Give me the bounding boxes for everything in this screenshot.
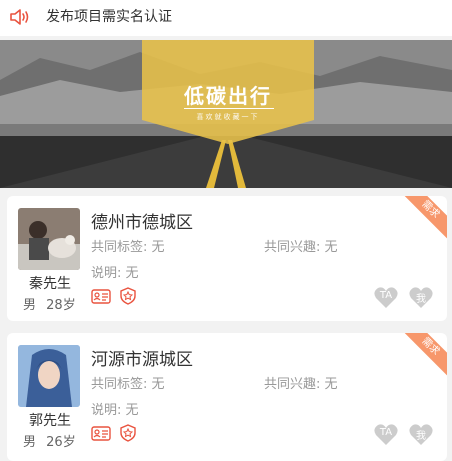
- heart-ta-label: TA: [379, 290, 393, 301]
- description: 说明: 无: [91, 266, 139, 281]
- id-card-icon[interactable]: [91, 289, 111, 304]
- heart-me-button[interactable]: 我: [408, 286, 434, 310]
- user-name: 秦先生: [29, 276, 71, 292]
- heart-me-button[interactable]: 我: [408, 423, 434, 447]
- heart-ta-label: TA: [379, 427, 393, 438]
- demand-badge: 需求: [399, 333, 447, 378]
- shield-icon[interactable]: [120, 287, 136, 305]
- avatar[interactable]: [18, 345, 80, 407]
- user-card[interactable]: 秦先生 男 28岁 德州市德城区 共同标签: 无 共同兴趣: 无 说明: 无 T…: [7, 196, 447, 321]
- location: 德州市德城区: [91, 213, 193, 233]
- location: 河源市源城区: [91, 350, 193, 370]
- heart-ta-button[interactable]: TA: [373, 423, 399, 447]
- speaker-icon: [10, 9, 29, 25]
- banner[interactable]: 低碳出行 喜欢就收藏一下: [0, 40, 452, 188]
- common-tags: 共同标签: 无: [91, 377, 165, 392]
- user-age: 28岁: [46, 298, 76, 313]
- common-tags: 共同标签: 无: [91, 240, 165, 255]
- avatar[interactable]: [18, 208, 80, 270]
- notice-bar[interactable]: 发布项目需实名认证: [0, 0, 452, 36]
- id-card-icon[interactable]: [91, 426, 111, 441]
- user-gender: 男: [23, 298, 37, 313]
- banner-title: 低碳出行: [184, 84, 272, 108]
- user-gender: 男: [23, 435, 37, 450]
- banner-subtitle: 喜欢就收藏一下: [196, 113, 260, 121]
- heart-me-label: 我: [416, 431, 426, 442]
- user-age: 26岁: [46, 435, 76, 450]
- heart-ta-button[interactable]: TA: [373, 286, 399, 310]
- common-interests: 共同兴趣: 无: [264, 377, 338, 392]
- user-name: 郭先生: [29, 413, 71, 429]
- user-card[interactable]: 郭先生 男 26岁 河源市源城区 共同标签: 无 共同兴趣: 无 说明: 无 T…: [7, 333, 447, 461]
- user-meta: 男 28岁: [23, 294, 76, 313]
- banner-divider: [184, 108, 274, 109]
- heart-me-label: 我: [416, 294, 426, 305]
- demand-badge: 需求: [399, 196, 447, 241]
- banner-ribbon: 低碳出行 喜欢就收藏一下: [142, 40, 314, 144]
- common-interests: 共同兴趣: 无: [264, 240, 338, 255]
- description: 说明: 无: [91, 403, 139, 418]
- shield-icon[interactable]: [120, 424, 136, 442]
- notice-text: 发布项目需实名认证: [46, 9, 172, 25]
- user-meta: 男 26岁: [23, 431, 76, 450]
